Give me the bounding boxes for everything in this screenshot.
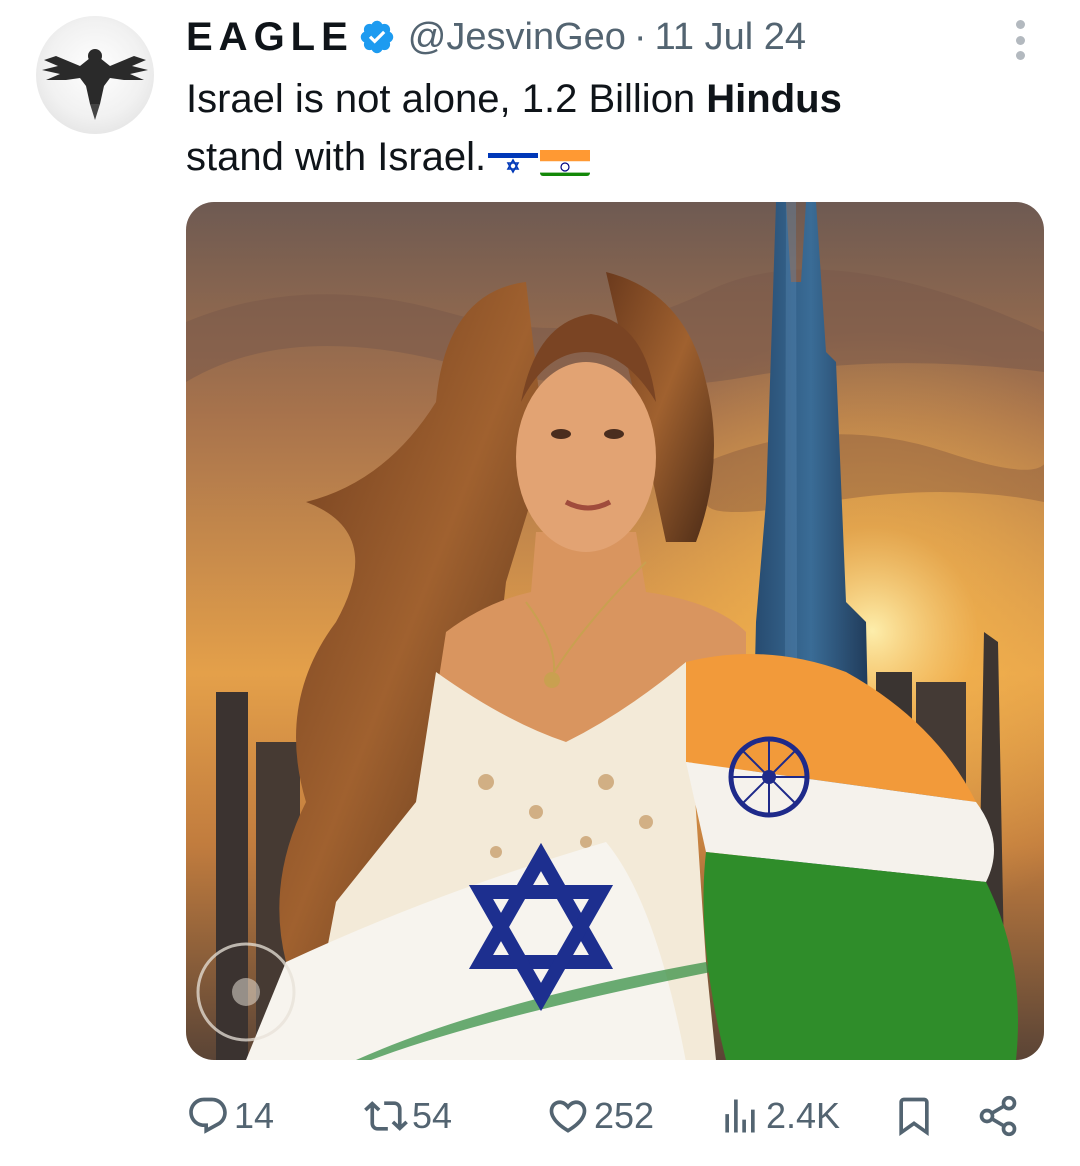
tweet-date[interactable]: 11 Jul 24 — [655, 16, 806, 59]
tweet-actions-bar: 14 54 252 2.4K — [186, 1086, 1036, 1146]
avatar[interactable] — [36, 16, 154, 134]
views-button[interactable]: 2.4K — [718, 1086, 840, 1146]
reply-count: 14 — [234, 1095, 275, 1136]
tweet-text-bold: Hindus — [706, 77, 842, 121]
reply-button[interactable]: 14 — [186, 1086, 274, 1146]
more-options-icon[interactable] — [1010, 20, 1030, 60]
tweet-text-part2: stand with Israel. — [186, 135, 487, 179]
repost-icon — [364, 1101, 408, 1131]
like-count: 252 — [594, 1095, 655, 1136]
eagle-icon — [42, 49, 148, 120]
repost-count: 54 — [412, 1095, 453, 1136]
tweet-media-image[interactable] — [186, 202, 1044, 1060]
india-flag-icon — [540, 142, 591, 177]
reply-icon — [189, 1097, 227, 1134]
views-count: 2.4K — [766, 1095, 841, 1136]
like-button[interactable]: 252 — [546, 1086, 654, 1146]
share-button[interactable] — [976, 1086, 1020, 1146]
share-icon — [979, 1095, 1017, 1137]
separator-dot: · — [633, 15, 647, 58]
repost-button[interactable]: 54 — [364, 1086, 452, 1146]
tweet-text-part1: Israel is not alone, 1.2 Billion — [186, 77, 707, 121]
bookmark-button[interactable] — [892, 1086, 936, 1146]
display-name[interactable]: EAGLE — [186, 15, 354, 60]
tweet-text: Israel is not alone, 1.2 Billion Hindus … — [186, 70, 1026, 186]
tweet-header: EAGLE @JesvinGeo · 11 Jul 24 — [186, 14, 806, 60]
verified-badge-icon — [360, 20, 394, 54]
views-icon — [725, 1099, 755, 1133]
author-handle[interactable]: @JesvinGeo — [408, 16, 626, 59]
bookmark-icon — [899, 1097, 929, 1137]
israel-flag-icon — [488, 142, 539, 177]
heart-icon — [549, 1100, 587, 1133]
